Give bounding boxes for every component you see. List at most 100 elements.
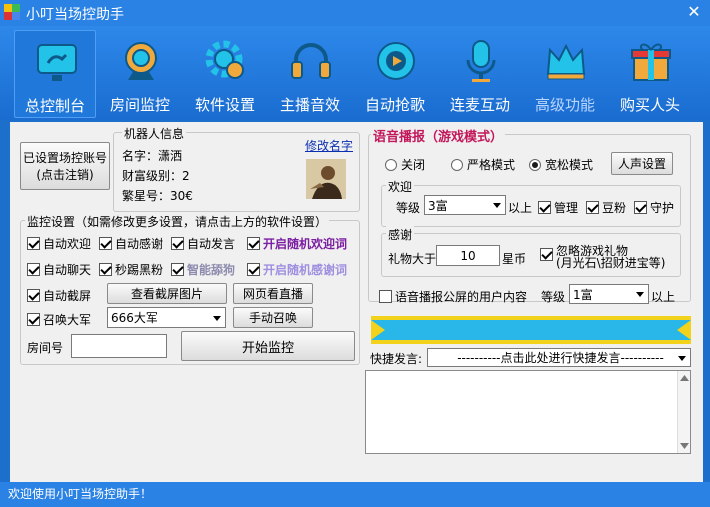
start-monitor-button[interactable]: 开始监控 [181, 331, 355, 361]
radio-dot [451, 158, 463, 171]
smart-mute-checkbox[interactable]: 智能舔狗 [171, 261, 235, 278]
banner-right-arrow-icon [677, 320, 691, 340]
auto-chat-label: 自动聊天 [43, 263, 92, 277]
auto-thanks-checkbox[interactable]: 自动感谢 [99, 235, 163, 252]
ignore-game-gift-checkbox[interactable]: 忽略游戏礼物 (月光石\招财进宝等) [540, 245, 665, 269]
chevron-down-icon [636, 292, 644, 297]
room-number-label: 房间号 [27, 341, 64, 355]
message-log[interactable] [365, 370, 691, 454]
chevron-down-icon [213, 315, 221, 321]
star-coin-unit: 星币 [502, 252, 527, 266]
manual-summon-button[interactable]: 手动召唤 [233, 307, 313, 328]
main-panel: 已设置场控账号 (点击注销) 机器人信息 名字：潇洒 财富级别：2 繁星号：30… [10, 122, 703, 482]
checkbox-box [634, 201, 647, 214]
auto-screenshot-checkbox[interactable]: 自动截屏 [27, 287, 91, 304]
public-screen-level-select[interactable]: 1富 [569, 284, 649, 304]
welcome-group: 欢迎 等级 3富 以上 管理 豆粉 守护 [381, 178, 681, 227]
robot-avatar[interactable] [306, 159, 346, 199]
checkbox-box [27, 313, 40, 326]
mode-off-radio[interactable]: 关闭 [385, 156, 425, 173]
banner-left-arrow-icon [371, 320, 385, 340]
main-toolbar: 总控制台 房间监控 软件设置 主播音效 自动抢歌 连麦互动 高级功能 购买人头 [0, 26, 710, 120]
ad-banner[interactable] [371, 316, 691, 344]
quick-speak-select[interactable]: ----------点击此处进行快捷发言---------- [427, 348, 691, 367]
random-welcome-label: 开启随机欢迎词 [263, 237, 348, 251]
welcome-guard-checkbox[interactable]: 守护 [634, 199, 674, 216]
summon-army-checkbox[interactable]: 召唤大军 [27, 311, 91, 328]
scroll-up-icon[interactable] [680, 375, 689, 381]
auto-screenshot-label: 自动截屏 [43, 289, 92, 303]
auto-speak-label: 自动发言 [187, 237, 236, 251]
thanks-title: 感谢 [386, 226, 415, 243]
mode-strict-radio[interactable]: 严格模式 [451, 156, 515, 173]
auto-welcome-label: 自动欢迎 [43, 237, 92, 251]
tool-label: 软件设置 [194, 96, 255, 114]
monitor-settings-group: 监控设置（如需修改更多设置，请点击上方的软件设置） 自动欢迎 自动感谢 自动发言… [20, 213, 360, 365]
summon-army-select[interactable]: 666大军 [107, 307, 226, 328]
checkbox-box [171, 237, 184, 250]
chevron-down-icon [493, 203, 501, 208]
microphone-icon [466, 40, 496, 82]
welcome-fans-label: 豆粉 [602, 201, 627, 215]
app-logo-icon [4, 4, 20, 20]
kick-black-fans-label: 秒踢黑粉 [115, 263, 164, 277]
voice-broadcast-group: 语音播报（游戏模式） 关闭 严格模式 宽松模式 人声设置 欢迎 等级 3富 以上… [368, 126, 691, 305]
edit-name-link[interactable]: 修改名字 [305, 137, 353, 154]
random-welcome-checkbox[interactable]: 开启随机欢迎词 [247, 235, 347, 252]
random-thanks-checkbox[interactable]: 开启随机感谢词 [247, 261, 347, 278]
tool-mic-interaction[interactable]: 连麦互动 [439, 30, 521, 118]
checkbox-box [586, 201, 599, 214]
tool-sound-effects[interactable]: 主播音效 [269, 30, 351, 118]
welcome-title: 欢迎 [386, 178, 415, 195]
scroll-down-icon[interactable] [680, 443, 689, 449]
view-screenshot-button[interactable]: 查看截屏图片 [107, 283, 227, 304]
mode-loose-radio[interactable]: 宽松模式 [529, 156, 593, 173]
radio-dot [529, 158, 541, 171]
welcome-level-select[interactable]: 3富 [424, 195, 506, 215]
crown-icon [546, 43, 586, 80]
mode-strict-label: 严格模式 [467, 158, 516, 172]
random-thanks-label: 开启随机感谢词 [263, 263, 348, 277]
music-disc-icon [377, 42, 415, 80]
status-text: 欢迎使用小叮当场控助手！ [8, 487, 153, 501]
welcome-level-value: 3富 [428, 198, 448, 213]
welcome-fans-checkbox[interactable]: 豆粉 [586, 199, 626, 216]
voice-settings-button[interactable]: 人声设置 [611, 152, 673, 175]
tool-label: 自动抢歌 [364, 96, 425, 114]
account-logout-button[interactable]: 已设置场控账号 (点击注销) [20, 142, 110, 190]
gift-greater-label: 礼物大于 [388, 252, 437, 266]
tool-console[interactable]: 总控制台 [14, 30, 96, 118]
tool-auto-song[interactable]: 自动抢歌 [354, 30, 436, 118]
welcome-admin-checkbox[interactable]: 管理 [538, 199, 578, 216]
account-button-line1: 已设置场控账号 [22, 151, 107, 165]
public-screen-checkbox[interactable]: 语音播报公屏的用户内容 [379, 288, 527, 305]
monitor-settings-title: 监控设置（如需修改更多设置，请点击上方的软件设置） [25, 213, 330, 230]
ignore-game-gift-text: 忽略游戏礼物 (月光石\招财进宝等) [556, 245, 665, 269]
tool-room-monitor[interactable]: 房间监控 [99, 30, 181, 118]
checkbox-box [247, 263, 260, 276]
title-bar: 小叮当场控助手 ✕ [0, 0, 710, 26]
auto-welcome-checkbox[interactable]: 自动欢迎 [27, 235, 91, 252]
room-number-input[interactable] [71, 334, 167, 358]
tool-advanced[interactable]: 高级功能 [524, 30, 606, 118]
thanks-group: 感谢 礼物大于 10 星币 忽略游戏礼物 (月光石\招财进宝等) [381, 226, 681, 277]
log-scrollbar[interactable] [677, 371, 690, 453]
gift-threshold-input[interactable]: 10 [436, 245, 500, 266]
tool-label: 购买人头 [619, 96, 680, 114]
quick-speak-label: 快捷发言: [370, 352, 423, 366]
tool-label: 总控制台 [24, 97, 85, 115]
tool-settings[interactable]: 软件设置 [184, 30, 266, 118]
kick-black-fans-checkbox[interactable]: 秒踢黑粉 [99, 261, 163, 278]
window-title: 小叮当场控助手 [26, 7, 124, 23]
welcome-guard-label: 守护 [650, 201, 675, 215]
tool-label: 高级功能 [534, 96, 595, 114]
tool-buy-followers[interactable]: 购买人头 [609, 30, 691, 118]
close-icon[interactable]: ✕ [684, 2, 704, 22]
web-live-button[interactable]: 网页看直播 [233, 283, 313, 304]
auto-chat-checkbox[interactable]: 自动聊天 [27, 261, 91, 278]
tool-label: 主播音效 [279, 96, 340, 114]
radio-dot [385, 158, 397, 171]
checkbox-box [27, 289, 40, 302]
voice-broadcast-title: 语音播报（游戏模式） [371, 126, 506, 145]
auto-speak-checkbox[interactable]: 自动发言 [171, 235, 235, 252]
